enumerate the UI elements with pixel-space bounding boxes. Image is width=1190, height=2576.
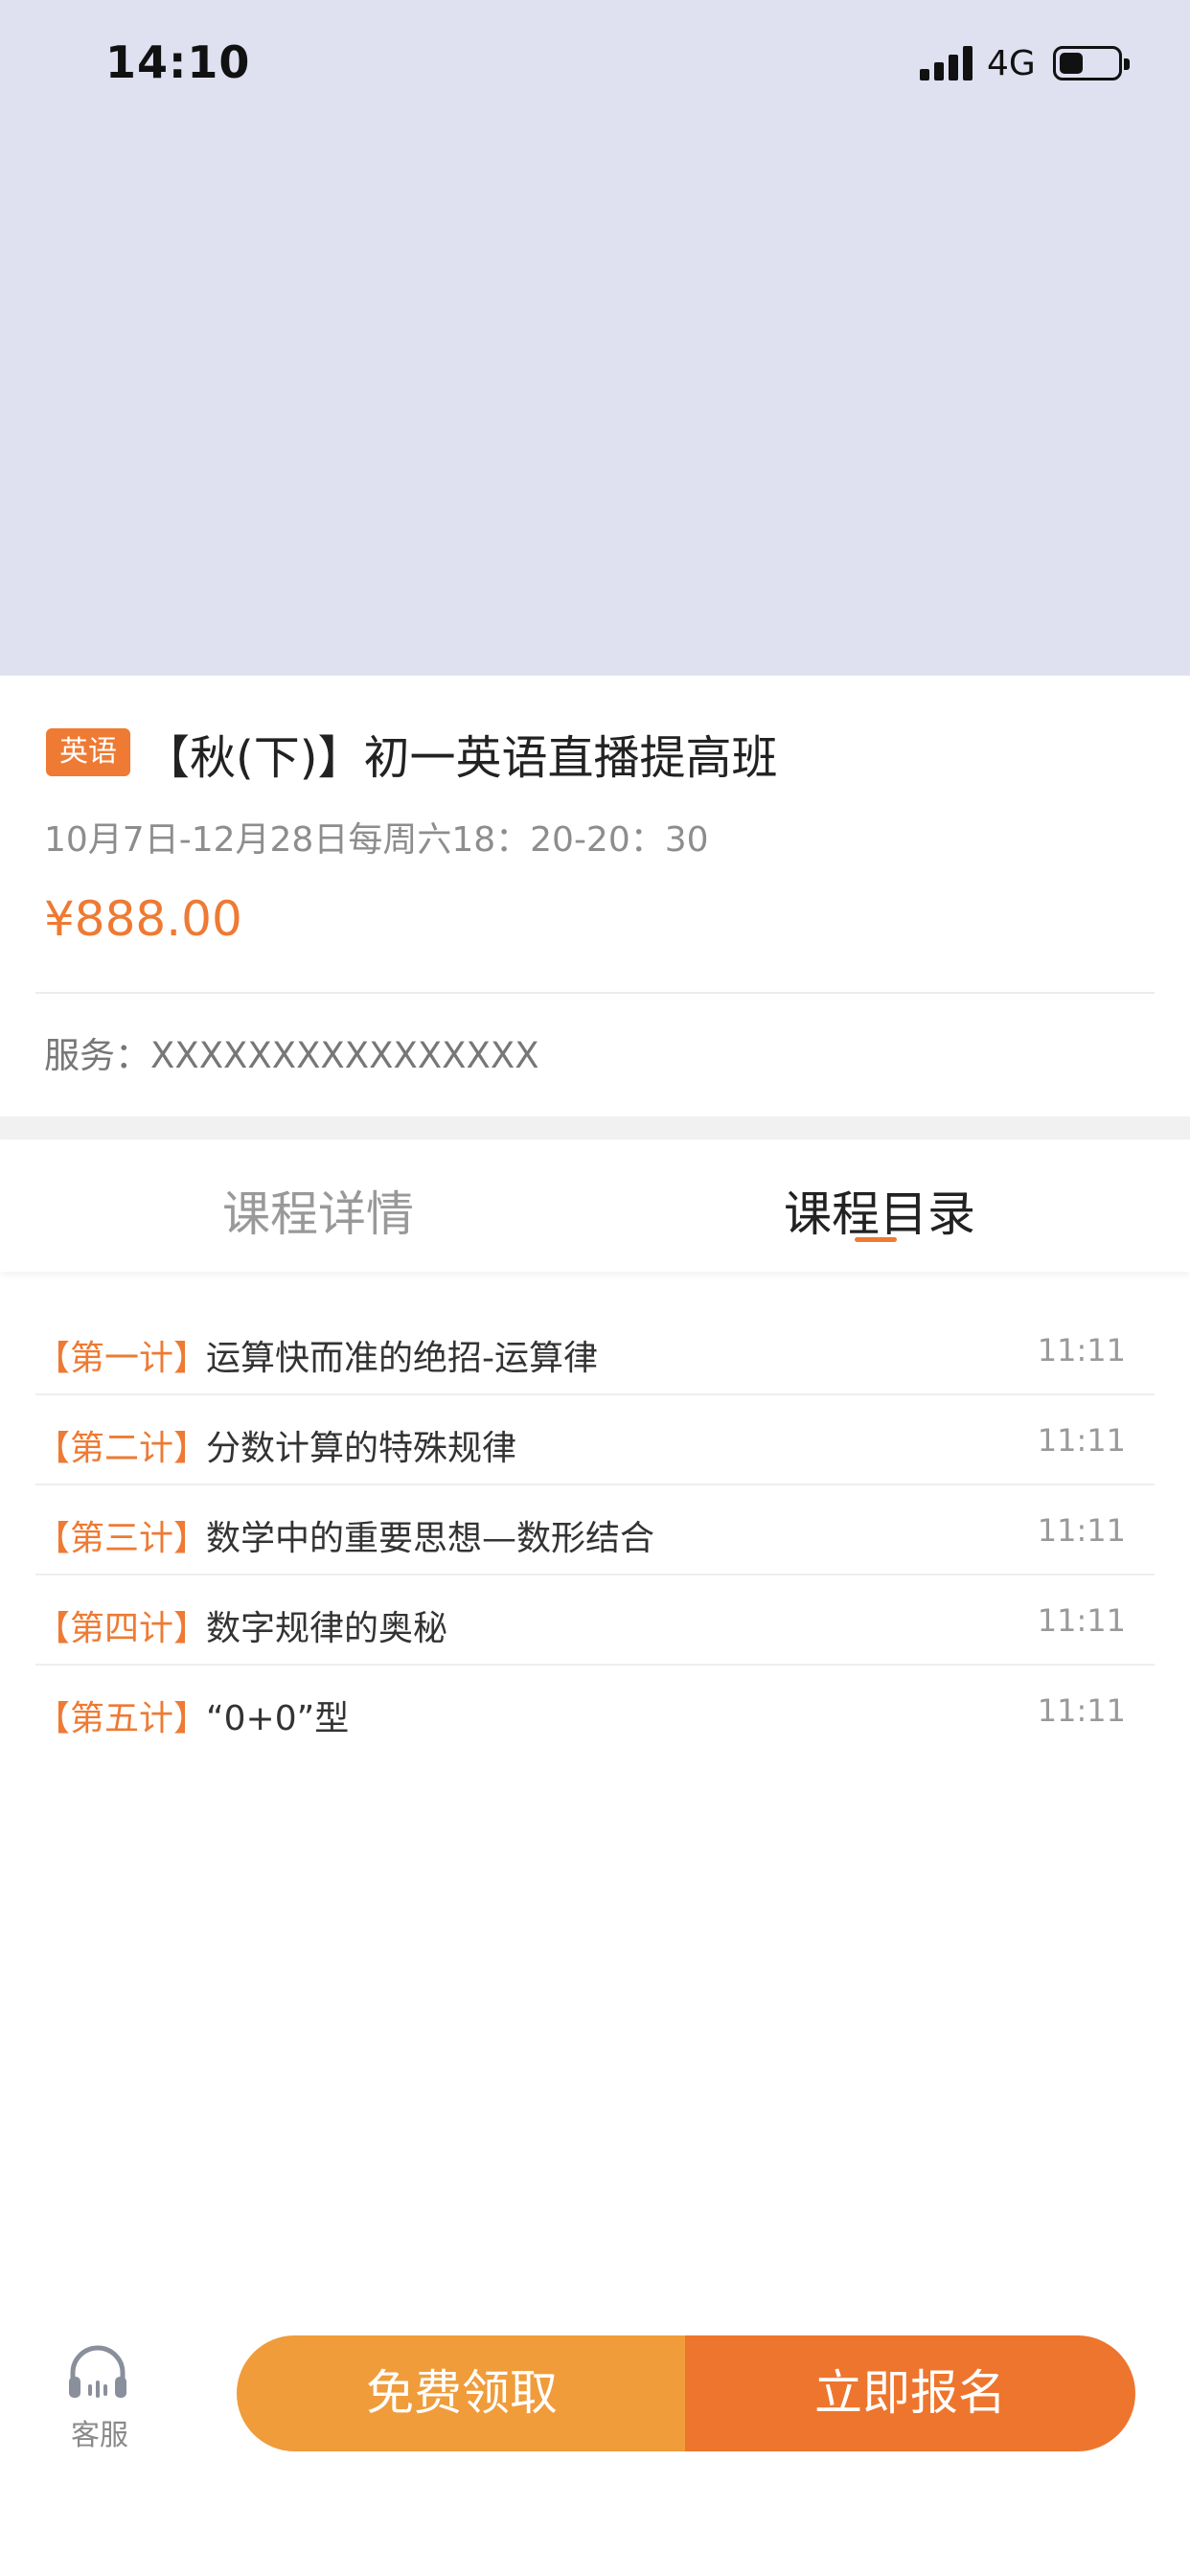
course-banner: 14:10 4G: [0, 0, 1190, 676]
lesson-list: 【第一计】 运算快而准的绝招-运算律 11:11 【第二计】 分数计算的特殊规律…: [35, 1305, 1155, 1756]
lesson-time: 11:11: [1037, 1332, 1126, 1368]
lesson-name: 分数计算的特殊规律: [206, 1429, 517, 1468]
list-item[interactable]: 【第四计】 数字规律的奥秘 11:11: [35, 1576, 1155, 1666]
enroll-now-button[interactable]: 立即报名: [685, 2335, 1135, 2451]
section-gap: [0, 1116, 1190, 1139]
course-info: 英语 【秋(下)】初一英语直播提高班 10月7日-12月28日每周六18：20-…: [0, 676, 1190, 1116]
lesson-tag: 【第二计】: [35, 1429, 209, 1468]
lesson-name: “0+0”型: [206, 1699, 350, 1738]
active-tab-indicator: [855, 1237, 897, 1242]
course-schedule: 10月7日-12月28日每周六18：20-20：30: [44, 820, 709, 860]
lesson-name: 数字规律的奥秘: [206, 1609, 448, 1648]
signal-icon: [920, 46, 973, 80]
status-time: 14:10: [105, 36, 251, 88]
lesson-tag: 【第一计】: [35, 1339, 209, 1378]
lesson-tag: 【第四计】: [35, 1609, 209, 1648]
lesson-name: 运算快而准的绝招-运算律: [206, 1339, 598, 1378]
list-item[interactable]: 【第二计】 分数计算的特殊规律 11:11: [35, 1395, 1155, 1485]
service-value: XXXXXXXXXXXXXXXX: [150, 1035, 539, 1076]
tab-course-details[interactable]: 课程详情: [222, 1176, 414, 1245]
free-claim-button[interactable]: 免费领取: [237, 2335, 687, 2451]
list-item[interactable]: 【第一计】 运算快而准的绝招-运算律 11:11: [35, 1305, 1155, 1395]
list-item[interactable]: 【第三计】 数学中的重要思想—数形结合 11:11: [35, 1485, 1155, 1576]
service-row: 服务：XXXXXXXXXXXXXXXX: [44, 1026, 539, 1078]
lesson-time: 11:11: [1037, 1692, 1126, 1729]
bottom-action-bar: 客服 免费领取 立即报名: [0, 2300, 1190, 2576]
headset-icon: [69, 2345, 126, 2398]
divider: [35, 992, 1155, 994]
customer-service-label: 客服: [71, 2419, 128, 2452]
battery-icon: [1053, 46, 1130, 80]
lesson-time: 11:11: [1037, 1602, 1126, 1639]
tab-course-catalog[interactable]: 课程目录: [784, 1176, 975, 1245]
customer-service-button[interactable]: 客服: [57, 2342, 144, 2457]
lesson-name: 数学中的重要思想—数形结合: [206, 1519, 655, 1558]
network-type: 4G: [987, 44, 1036, 83]
status-bar: 14:10 4G: [0, 0, 1190, 129]
list-item[interactable]: 【第五计】 “0+0”型 11:11: [35, 1666, 1155, 1756]
course-tabs: 课程详情 课程目录: [0, 1139, 1190, 1272]
lesson-time: 11:11: [1037, 1512, 1126, 1549]
lesson-tag: 【第五计】: [35, 1699, 209, 1738]
subject-badge: 英语: [46, 728, 130, 776]
service-label: 服务：: [44, 1035, 150, 1076]
lesson-time: 11:11: [1037, 1422, 1126, 1459]
course-title: 【秋(下)】初一英语直播提高班: [144, 731, 778, 785]
course-price: ¥888.00: [44, 891, 242, 947]
lesson-tag: 【第三计】: [35, 1519, 209, 1558]
